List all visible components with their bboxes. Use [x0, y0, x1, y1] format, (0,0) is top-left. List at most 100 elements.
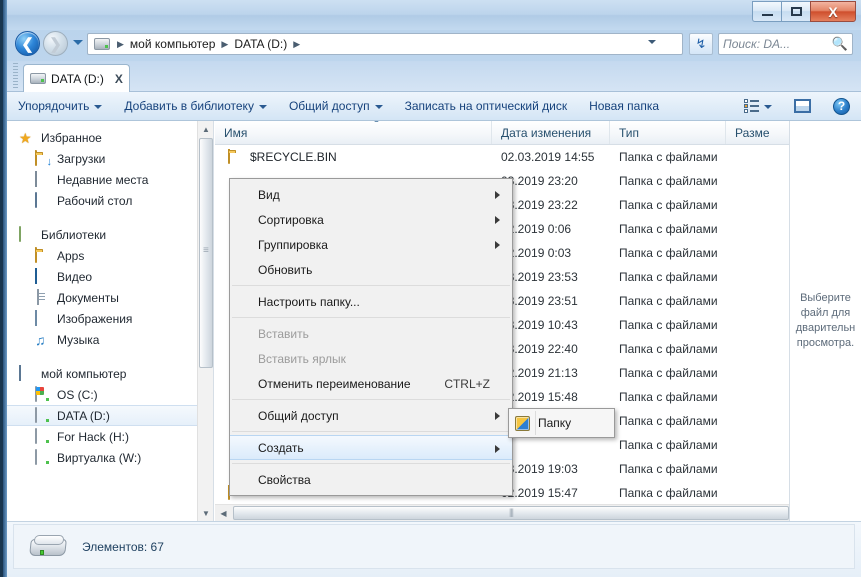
sidebar-item-os-c[interactable]: OS (C:): [7, 384, 213, 405]
scrollbar-thumb[interactable]: [233, 506, 789, 520]
sidebar-item-music[interactable]: ♫ Музыка: [7, 329, 213, 350]
context-menu-item-share[interactable]: Общий доступ: [230, 403, 512, 428]
sidebar-item-virtualka-w[interactable]: Виртуалка (W:): [7, 447, 213, 468]
context-submenu-new[interactable]: Папку: [508, 408, 615, 438]
sidebar-item-video[interactable]: Видео: [7, 266, 213, 287]
chevron-down-icon: [94, 105, 103, 109]
sidebar-group-computer[interactable]: мой компьютер: [7, 363, 213, 384]
tab-data-drive[interactable]: DATA (D:) X: [23, 64, 130, 92]
context-menu-item-properties[interactable]: Свойства: [230, 467, 512, 492]
column-header-size[interactable]: Разме: [726, 121, 786, 144]
organize-button[interactable]: Упорядочить: [7, 92, 113, 120]
search-input[interactable]: Поиск: DA...: [723, 37, 832, 51]
refresh-button[interactable]: ↯: [689, 33, 713, 55]
column-header-name[interactable]: Имя: [215, 121, 492, 144]
change-view-button[interactable]: [733, 92, 783, 120]
sidebar-item-pictures[interactable]: Изображения: [7, 308, 213, 329]
scroll-left-icon[interactable]: ◀: [215, 505, 232, 522]
column-header-date-modified[interactable]: Дата изменения: [492, 121, 610, 144]
sidebar-item-data-d[interactable]: DATA (D:): [7, 405, 213, 426]
maximize-button[interactable]: [781, 1, 810, 22]
sidebar-item-downloads[interactable]: Загрузки: [7, 148, 213, 169]
sidebar-item-for-hack-h[interactable]: For Hack (H:): [7, 426, 213, 447]
recent-locations-chevron-down-icon[interactable]: [73, 40, 83, 45]
context-menu[interactable]: Вид Сортировка Группировка Обновить Наст…: [229, 178, 513, 496]
sidebar-item-recent-places[interactable]: Недавние места: [7, 169, 213, 190]
scroll-down-icon[interactable]: ▼: [198, 505, 213, 521]
context-submenu-item-label: Папку: [538, 416, 572, 430]
context-menu-item-customize-folder[interactable]: Настроить папку...: [230, 289, 512, 314]
search-box[interactable]: Поиск: DA... 🔍: [718, 33, 853, 55]
scrollbar-thumb[interactable]: [199, 138, 213, 368]
sidebar-item-documents[interactable]: Документы: [7, 287, 213, 308]
documents-icon: [35, 288, 51, 306]
sidebar-item-label: Недавние места: [57, 172, 149, 187]
refresh-icon: ↯: [695, 36, 707, 51]
breadcrumb-separator-0[interactable]: ▶: [113, 39, 128, 50]
context-menu-separator: [232, 317, 510, 318]
column-header-type[interactable]: Тип: [610, 121, 726, 144]
chevron-down-icon: [258, 105, 267, 109]
scroll-up-icon[interactable]: ▲: [198, 121, 213, 137]
add-to-library-button[interactable]: Добавить в библиотеку: [113, 92, 278, 120]
context-menu-separator: [232, 285, 510, 286]
chevron-down-icon[interactable]: [764, 105, 772, 109]
address-chevron-down-icon[interactable]: [648, 40, 656, 44]
forward-button[interactable]: ❯: [43, 31, 68, 56]
sidebar-item-label: Избранное: [41, 130, 102, 145]
new-folder-label: Новая папка: [589, 99, 660, 113]
sidebar-item-label: OS (C:): [57, 387, 98, 402]
context-menu-item-new[interactable]: Создать: [230, 435, 512, 460]
preview-pane-icon: [794, 99, 811, 113]
context-menu-item-view[interactable]: Вид: [230, 182, 512, 207]
context-menu-item-label: Группировка: [258, 237, 328, 252]
tab-close-icon[interactable]: X: [115, 72, 123, 86]
tab-strip-grip[interactable]: [13, 63, 18, 89]
context-menu-item-group[interactable]: Группировка: [230, 232, 512, 257]
command-bar: Упорядочить Добавить в библиотеку Общий …: [7, 92, 861, 121]
breadcrumb-data-drive[interactable]: DATA (D:): [232, 37, 289, 51]
context-menu-item-paste-shortcut: Вставить ярлык: [230, 346, 512, 371]
back-arrow-icon: ❮: [21, 35, 34, 53]
file-type: Папка с файлами: [619, 174, 718, 188]
breadcrumb-separator-2[interactable]: ▶: [289, 39, 304, 50]
new-folder-shield-icon: [515, 415, 530, 431]
context-menu-item-undo-rename[interactable]: Отменить переименование CTRL+Z: [230, 371, 512, 396]
context-menu-separator: [232, 431, 510, 432]
burn-to-disc-button[interactable]: Записать на оптический диск: [394, 92, 579, 120]
file-list-horizontal-scrollbar[interactable]: ◀ ▶: [215, 504, 861, 521]
minimize-button[interactable]: [752, 1, 781, 22]
context-menu-item-sort[interactable]: Сортировка: [230, 207, 512, 232]
file-type: Папка с файлами: [619, 462, 718, 476]
file-type: Папка с файлами: [619, 486, 718, 500]
new-folder-button[interactable]: Новая папка: [578, 92, 670, 120]
file-type: Папка с файлами: [619, 342, 718, 356]
share-button[interactable]: Общий доступ: [278, 92, 394, 120]
computer-icon: [19, 364, 35, 382]
sidebar-item-label: Документы: [57, 290, 119, 305]
sidebar-item-label: For Hack (H:): [57, 429, 129, 444]
breadcrumb-computer[interactable]: мой компьютер: [128, 37, 217, 51]
sidebar-item-apps[interactable]: Apps: [7, 245, 213, 266]
pictures-icon: [35, 309, 51, 327]
sidebar-item-label: Рабочий стол: [57, 193, 133, 208]
context-menu-item-refresh[interactable]: Обновить: [230, 257, 512, 282]
back-button[interactable]: ❮: [15, 31, 40, 56]
table-row[interactable]: $RECYCLE.BIN 02.03.2019 14:55 Папка с фа…: [215, 145, 844, 169]
preview-line-2: файл для: [800, 307, 851, 319]
breadcrumb-separator-1[interactable]: ▶: [217, 39, 232, 50]
context-menu-item-label: Обновить: [258, 262, 313, 277]
help-icon: ?: [833, 97, 850, 115]
file-type: Папка с файлами: [619, 270, 718, 284]
show-preview-pane-button[interactable]: [783, 92, 822, 120]
help-button[interactable]: ?: [822, 92, 861, 120]
sidebar-group-favorites[interactable]: ★ Избранное: [7, 127, 213, 148]
address-bar[interactable]: ▶ мой компьютер ▶ DATA (D:) ▶: [87, 33, 683, 55]
navigation-scrollbar[interactable]: ▲ ▼: [197, 121, 213, 521]
sidebar-group-libraries[interactable]: Библиотеки: [7, 224, 213, 245]
sidebar-item-desktop[interactable]: Рабочий стол: [7, 190, 213, 211]
close-button[interactable]: X: [810, 1, 856, 22]
preview-pane: Выберите файл для двaрительн просмотра.: [789, 121, 861, 521]
context-submenu-item-folder[interactable]: Папку: [509, 411, 614, 435]
